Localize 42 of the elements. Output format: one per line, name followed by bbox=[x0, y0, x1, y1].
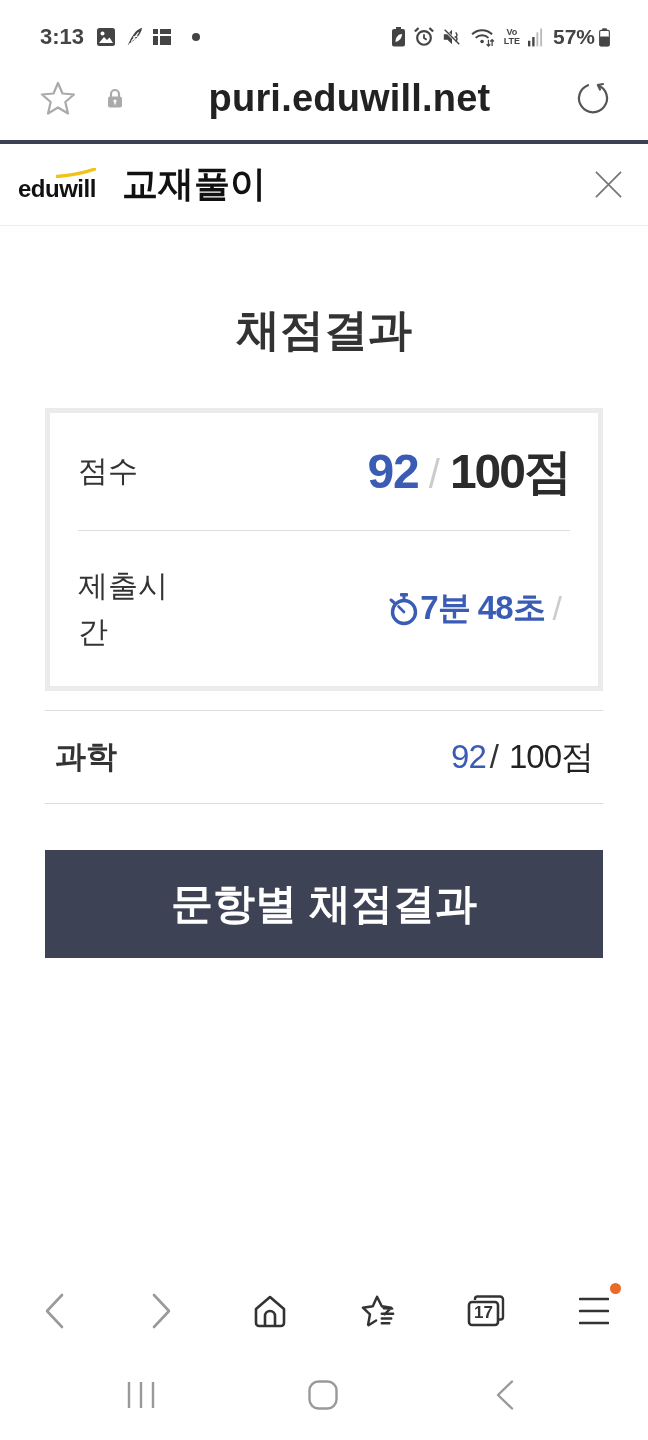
reload-icon[interactable] bbox=[576, 81, 610, 115]
swoosh-icon bbox=[55, 167, 96, 178]
tab-count: 17 bbox=[473, 1303, 494, 1323]
header-title: 교재풀이 bbox=[121, 162, 267, 206]
image-icon bbox=[96, 27, 117, 47]
menu-icon[interactable] bbox=[579, 1297, 609, 1325]
submit-time-value: 7분 48초 bbox=[420, 588, 545, 628]
subject-score-total: 100점 bbox=[508, 736, 593, 777]
home-button-icon[interactable] bbox=[308, 1379, 338, 1410]
battery-icon bbox=[599, 27, 610, 47]
tabs-icon[interactable] bbox=[467, 1295, 505, 1327]
star-list-icon[interactable] bbox=[361, 1294, 395, 1328]
time-separator: / bbox=[552, 589, 562, 628]
volte-label: Vo bbox=[506, 28, 518, 37]
page-title: 채점결과 bbox=[235, 304, 413, 356]
address-url[interactable]: puri.eduwill.net bbox=[208, 76, 491, 120]
subject-score-value: 92 bbox=[451, 737, 486, 776]
score-value: 92 bbox=[367, 443, 419, 499]
lock-icon bbox=[107, 88, 123, 108]
status-time: 3:13 bbox=[40, 24, 85, 50]
back-icon[interactable] bbox=[496, 1379, 514, 1410]
alarm-icon bbox=[413, 27, 434, 47]
score-separator: / bbox=[428, 451, 440, 497]
subject-score-separator: / bbox=[489, 737, 499, 776]
home-icon[interactable] bbox=[253, 1294, 287, 1328]
lte-label: LTE bbox=[503, 37, 520, 46]
grid-icon bbox=[152, 27, 173, 47]
dot-icon bbox=[192, 33, 201, 41]
score-total: 100점 bbox=[449, 443, 570, 500]
logo-wordmark[interactable]: eduwill bbox=[18, 174, 96, 202]
mute-icon bbox=[441, 27, 462, 47]
battery-percent: 57% bbox=[552, 25, 595, 49]
recents-icon[interactable] bbox=[127, 1380, 155, 1409]
battery-leaf-icon bbox=[390, 27, 406, 47]
subject-name: 과학 bbox=[55, 738, 117, 776]
signal-icon bbox=[527, 27, 543, 47]
wifi-icon bbox=[469, 27, 496, 47]
score-label: 점수 bbox=[78, 453, 138, 489]
close-icon[interactable] bbox=[595, 171, 622, 198]
star-icon[interactable] bbox=[40, 81, 76, 115]
submit-time-label: 제출시간 bbox=[78, 567, 169, 650]
detail-results-button[interactable]: 문항별 채점결과 bbox=[45, 850, 603, 958]
